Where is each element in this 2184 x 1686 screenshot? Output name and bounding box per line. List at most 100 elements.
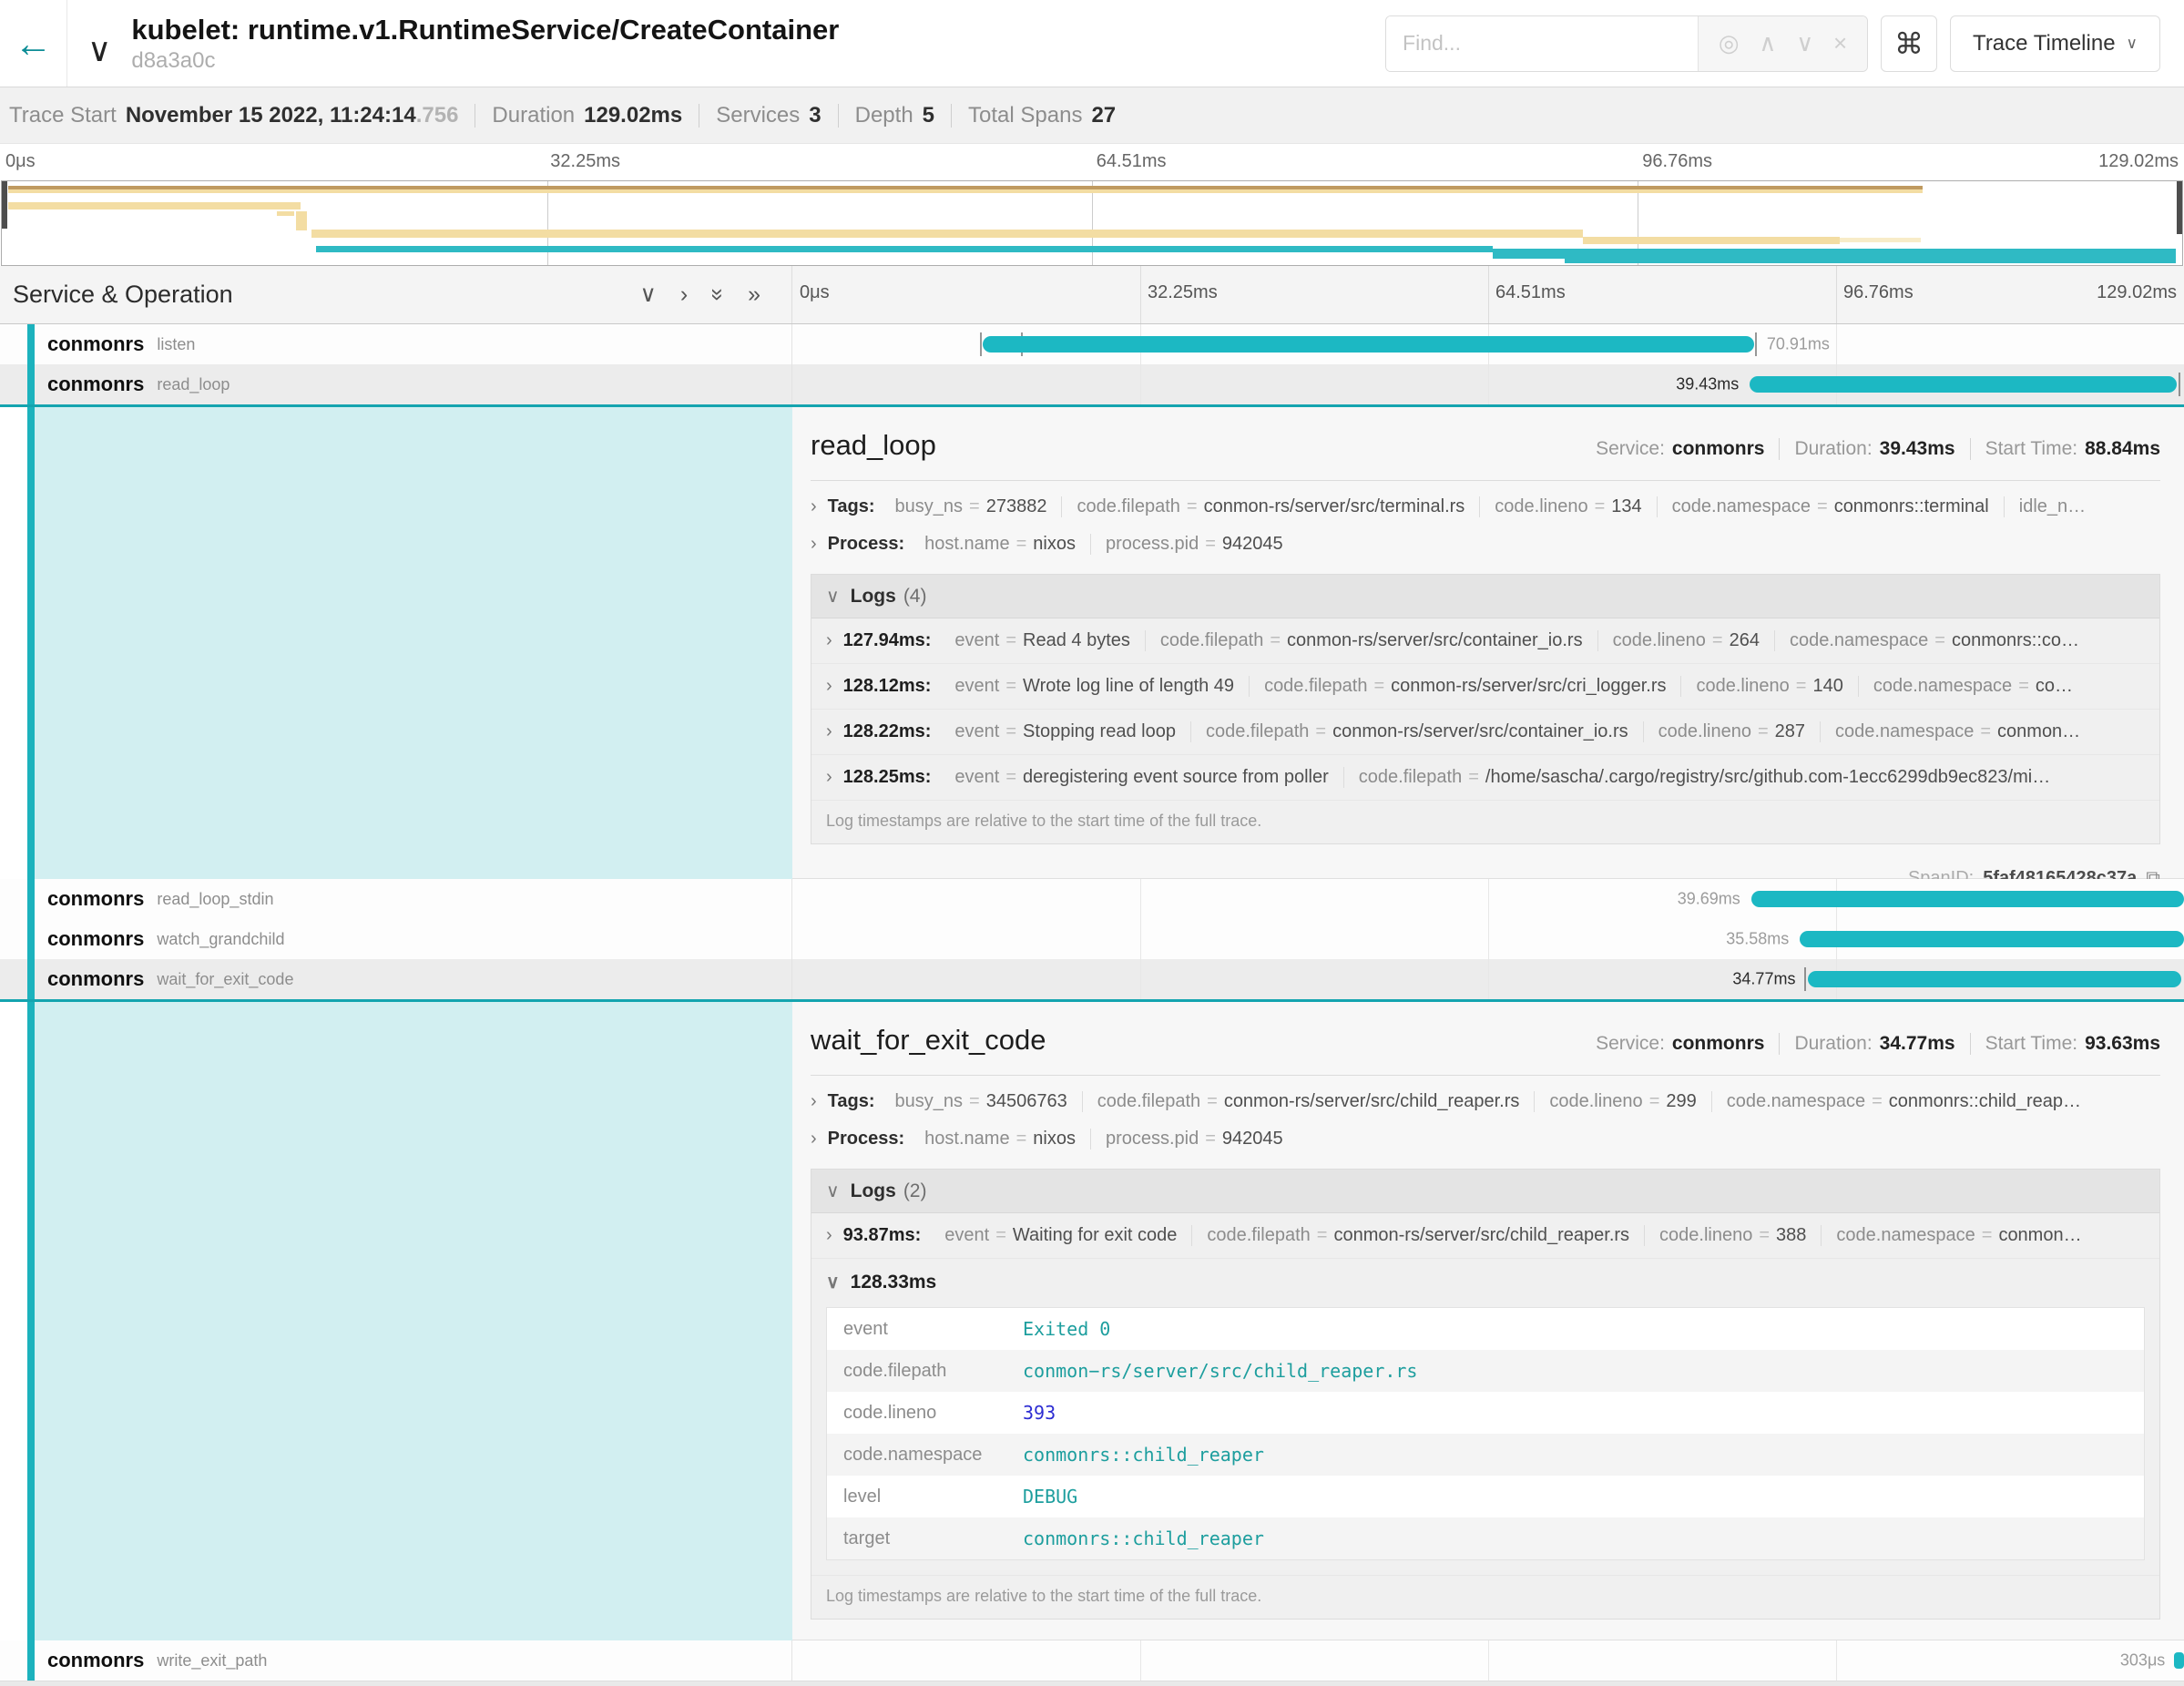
log-entry[interactable]: › 128.25ms: event=deregistering event so… [811, 754, 2159, 800]
kv-item: code.namespace=conmonrs::child_reap… [1711, 1091, 2096, 1112]
minimap-span-bar [1583, 237, 1840, 244]
span-name-cell[interactable]: conmonrs write_exit_path [0, 1640, 792, 1681]
kv-item: code.filepath=conmon-rs/server/src/termi… [1061, 496, 1479, 517]
tick-label: 32.25ms [1148, 282, 1218, 303]
timeline-column-header: Service & Operation ∨ › » » 0μs 32.25ms … [0, 266, 2184, 324]
span-row-wait-for-exit-code[interactable]: conmonrs wait_for_exit_code 34.77ms [0, 959, 2184, 999]
span-bar[interactable] [2174, 1652, 2184, 1669]
minimap-right-handle[interactable] [2177, 181, 2182, 234]
table-row: level DEBUG [827, 1476, 2144, 1517]
kv-item: code.filepath=conmon-rs/server/src/child… [1082, 1091, 1535, 1112]
process-row[interactable]: › Process: host.name=nixosprocess.pid=94… [811, 1120, 2160, 1158]
span-bar[interactable] [1750, 376, 2177, 393]
duration-value: 129.02ms [584, 103, 682, 128]
tags-row[interactable]: › Tags: busy_ns=273882code.filepath=conm… [811, 488, 2160, 526]
minimap-span-bar [1565, 258, 2175, 263]
find-clear-icon[interactable]: × [1833, 29, 1847, 57]
minimap-left-handle[interactable] [2, 181, 7, 229]
services-label: Services [716, 103, 800, 128]
span-row-watch-grandchild[interactable]: conmonrs watch_grandchild 35.58ms [0, 919, 2184, 959]
field-value: Exited 0 [1023, 1318, 1110, 1340]
service-value: conmonrs [1672, 438, 1765, 460]
log-timestamp: 128.22ms: [843, 721, 932, 742]
span-bar[interactable] [983, 336, 1754, 353]
keyboard-shortcuts-button[interactable]: ⌘ [1881, 15, 1937, 72]
span-row-write-exit-path[interactable]: conmonrs write_exit_path 303μs [0, 1640, 2184, 1681]
kv-item: host.name=nixos [910, 1129, 1090, 1150]
span-row-read-loop-stdin[interactable]: conmonrs read_loop_stdin 39.69ms [0, 879, 2184, 919]
back-button[interactable]: ← [0, 0, 67, 87]
kv-item: code.filepath=conmon-rs/server/src/conta… [1190, 721, 1643, 742]
logs-header[interactable]: ∨ Logs (4) [811, 575, 2159, 618]
log-entry[interactable]: › 128.22ms: event=Stopping read loopcode… [811, 709, 2159, 754]
expanded-log-header[interactable]: ∨ 128.33ms [811, 1258, 2159, 1305]
span-name-cell[interactable]: conmonrs watch_grandchild [0, 919, 792, 959]
expand-all-icon[interactable]: » [748, 283, 760, 306]
detail-meta: Service: conmonrs Duration: 34.77ms Star… [1596, 1033, 2160, 1055]
span-timeline-cell[interactable]: 303μs [792, 1640, 2184, 1681]
duration-value: 39.43ms [1880, 438, 1955, 460]
collapse-one-icon[interactable]: ∨ [640, 283, 657, 306]
span-name-cell[interactable]: conmonrs read_loop [0, 364, 792, 404]
span-name-cell[interactable]: conmonrs wait_for_exit_code [0, 959, 792, 999]
table-row: code.namespace conmonrs::child_reaper [827, 1434, 2144, 1476]
log-entry[interactable]: › 127.94ms: event=Read 4 bytescode.filep… [811, 618, 2159, 663]
partial-next-row [0, 1681, 2184, 1686]
span-timeline-cell[interactable]: 35.58ms [792, 919, 2184, 959]
tick-label: 96.76ms [1843, 282, 1914, 303]
find-target-icon[interactable]: ◎ [1719, 29, 1740, 57]
timeline-tick-header: 0μs 32.25ms 64.51ms 96.76ms 129.02ms [792, 266, 2184, 323]
kv-item: event=deregistering event source from po… [940, 767, 1342, 788]
field-key: code.lineno [827, 1403, 1023, 1424]
log-fields: event=deregistering event source from po… [940, 767, 2065, 788]
log-fields: event=Stopping read loopcode.filepath=co… [940, 721, 2095, 742]
span-timeline-cell[interactable]: 39.43ms [792, 364, 2184, 404]
log-marker [1804, 967, 1806, 991]
find-input[interactable] [1386, 16, 1698, 71]
collapse-all-icon[interactable]: » [707, 289, 730, 301]
span-color-accent [27, 919, 35, 959]
logs-header[interactable]: ∨ Logs (2) [811, 1170, 2159, 1213]
detail-left-gutter [0, 407, 792, 879]
chevron-right-icon: › [826, 721, 832, 742]
service-name: conmonrs [47, 373, 144, 396]
minimap-span-bar [311, 230, 1583, 238]
span-duration: 39.69ms [1678, 890, 1740, 909]
tick-label: 129.02ms [2098, 151, 2179, 172]
tags-label: Tags: [828, 496, 875, 517]
gridline [1836, 266, 1837, 323]
trace-start-fraction: .756 [416, 103, 459, 128]
span-row-read-loop[interactable]: conmonrs read_loop 39.43ms [0, 364, 2184, 404]
span-color-accent [27, 324, 35, 364]
log-fields: event=Read 4 bytescode.filepath=conmon-r… [940, 630, 2094, 651]
view-select[interactable]: Trace Timeline ∨ [1950, 15, 2160, 72]
span-bar[interactable] [1800, 931, 2184, 947]
span-timeline-cell[interactable]: 39.69ms [792, 879, 2184, 919]
tick-label: 64.51ms [1097, 151, 1167, 172]
span-bar[interactable] [1751, 891, 2184, 907]
span-timeline-cell[interactable]: 34.77ms [792, 959, 2184, 999]
span-timeline-cell[interactable]: 70.91ms [792, 324, 2184, 364]
tags-row[interactable]: › Tags: busy_ns=34506763code.filepath=co… [811, 1083, 2160, 1120]
trace-collapse-toggle-icon[interactable]: ∨ [87, 31, 111, 69]
start-time-label: Start Time: [1985, 438, 2078, 460]
logs-count: (2) [903, 1180, 927, 1202]
span-name-cell[interactable]: conmonrs read_loop_stdin [0, 879, 792, 919]
gridline [1488, 959, 1489, 999]
trace-start-label: Trace Start [9, 103, 117, 128]
span-bar[interactable] [1808, 971, 2181, 987]
find-next-icon[interactable]: ∨ [1796, 29, 1813, 57]
span-row-listen[interactable]: conmonrs listen 70.91ms [0, 324, 2184, 364]
log-entry[interactable]: › 128.12ms: event=Wrote log line of leng… [811, 663, 2159, 709]
span-duration: 303μs [2120, 1651, 2165, 1671]
operation-name: read_loop_stdin [157, 890, 273, 909]
process-row[interactable]: › Process: host.name=nixosprocess.pid=94… [811, 526, 2160, 563]
log-entry[interactable]: › 93.87ms: event=Waiting for exit codeco… [811, 1213, 2159, 1258]
expand-one-icon[interactable]: › [680, 283, 688, 306]
find-options: ◎ ∧ ∨ × [1698, 16, 1867, 71]
trace-summary-bar: Trace Start November 15 2022, 11:24:14.7… [0, 87, 2184, 144]
find-prev-icon[interactable]: ∧ [1759, 29, 1776, 57]
divider [1970, 438, 1971, 460]
trace-minimap[interactable] [1, 180, 2183, 266]
span-name-cell[interactable]: conmonrs listen [0, 324, 792, 364]
